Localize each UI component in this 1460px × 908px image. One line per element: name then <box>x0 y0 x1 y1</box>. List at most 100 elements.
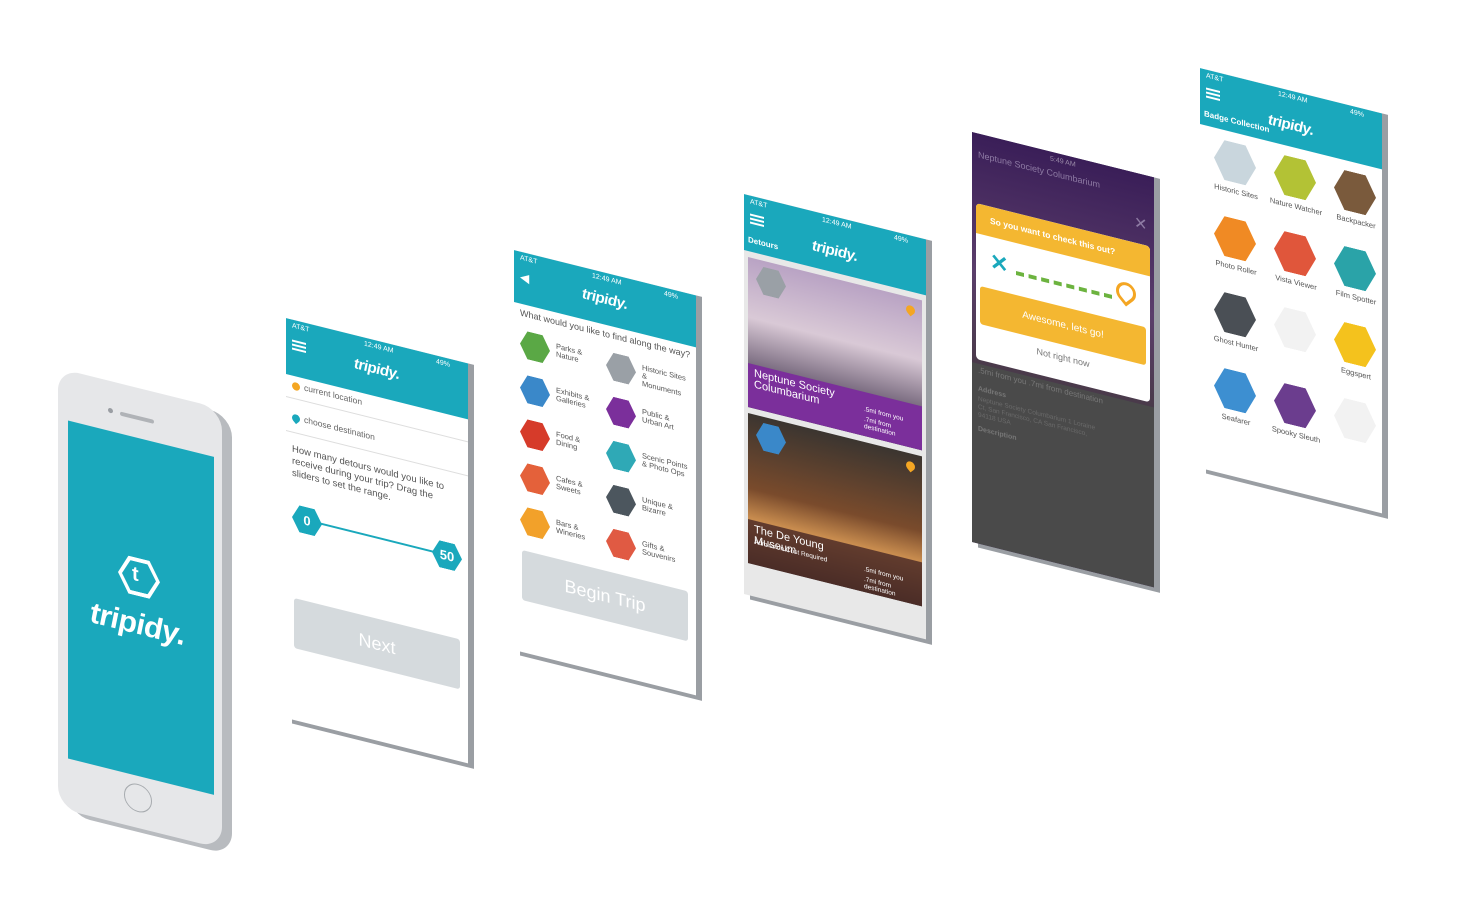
dashed-route-icon <box>1016 270 1112 299</box>
screen-route-setup: AT&T 12:49 AM 49% tripidy. current locat… <box>286 318 468 764</box>
picture-icon <box>756 421 786 456</box>
fork-knife-icon <box>520 417 550 452</box>
battery-level: 49% <box>894 234 909 245</box>
carrier: AT&T <box>520 254 538 266</box>
carrier: AT&T <box>1206 72 1224 84</box>
phone-speaker <box>120 411 154 424</box>
detour-question: How many detours would you like to recei… <box>292 443 445 504</box>
splash-screen: t tripidy. <box>68 420 214 795</box>
category-label: Food & Dining <box>556 429 581 452</box>
badge-item[interactable]: Backpacker <box>1328 166 1382 250</box>
monument-icon <box>1214 137 1256 187</box>
eye-icon <box>606 483 636 518</box>
badge-item[interactable]: Ghost Hunter <box>1208 288 1264 372</box>
clock: 12:49 AM <box>592 272 622 287</box>
clock: 12:49 AM <box>822 216 852 231</box>
screen-badges: AT&T 12:49 AM 49% Badge Collection tripi… <box>1200 68 1382 514</box>
screen-confirm-popup: 5:49 AM Neptune Society Columbarium ✕ So… <box>972 132 1154 588</box>
bridge-icon <box>1274 228 1316 278</box>
empty-badge-slot[interactable] <box>1328 394 1382 478</box>
camera-icon <box>606 439 636 474</box>
clock: 12:49 AM <box>364 340 394 355</box>
treasure-x-icon: ✕ <box>990 248 1009 279</box>
spray-can-icon <box>606 395 636 430</box>
battery-level: 49% <box>1350 108 1365 119</box>
tree-icon <box>520 329 550 364</box>
slider-track[interactable] <box>310 519 452 558</box>
badge-label: Eggspert <box>1340 365 1372 382</box>
hamburger-menu-icon[interactable] <box>750 213 764 227</box>
category-label: Gifts & Souvenirs <box>642 538 676 565</box>
screen-detours: AT&T 12:49 AM 49% Detours tripidy. Neptu… <box>744 194 926 640</box>
app-logo: tripidy. <box>1268 110 1314 140</box>
next-button-label: Next <box>358 629 396 659</box>
close-icon[interactable]: ✕ <box>1134 212 1147 235</box>
hamburger-menu-icon[interactable] <box>1206 87 1220 101</box>
phone-camera <box>108 407 113 414</box>
slider-max-handle[interactable]: 50 <box>432 538 462 572</box>
battery-level: 49% <box>664 290 679 301</box>
picture-icon <box>520 373 550 408</box>
column-building-icon <box>606 351 636 386</box>
slider-max-value: 50 <box>439 546 455 565</box>
cup-icon <box>520 461 550 496</box>
ghost-icon <box>1214 289 1256 339</box>
badge-item[interactable]: Historic Sites <box>1208 136 1264 220</box>
binoculars-icon <box>1274 152 1316 202</box>
category-label: Historic Sites & Monuments <box>642 362 686 398</box>
map-pin-icon <box>904 303 917 317</box>
app-logo: tripidy. <box>354 354 400 384</box>
category-label: Public & Urban Art <box>642 406 674 432</box>
phone-device: t tripidy. <box>58 368 238 849</box>
clock: 12:49 AM <box>1278 90 1308 105</box>
destination-pin-icon <box>290 412 302 425</box>
category-label: Parks & Nature <box>556 341 583 365</box>
hamburger-menu-icon[interactable] <box>292 339 306 353</box>
egg-icon <box>1334 319 1376 369</box>
battery-level: 49% <box>436 358 451 369</box>
screen-categories: AT&T 12:49 AM 49% ◀ tripidy. What would … <box>514 250 696 696</box>
movie-camera-icon <box>1334 243 1376 293</box>
home-button[interactable] <box>124 780 152 816</box>
badge-item[interactable]: Spooky Sleuth <box>1268 379 1324 463</box>
map-pin-icon <box>904 459 917 473</box>
splash-logo-text: tripidy. <box>90 595 185 653</box>
empty-badge-icon <box>1334 395 1376 445</box>
category-label: Scenic Points & Photo Ops <box>642 450 688 479</box>
carrier: AT&T <box>750 198 768 210</box>
badge-item[interactable]: Nature Watcher <box>1268 151 1324 235</box>
start-pin-icon <box>292 381 300 392</box>
skull-icon <box>1274 380 1316 430</box>
carrier: AT&T <box>292 322 310 334</box>
category-label: Cafes & Sweets <box>556 473 583 497</box>
category-label: Exhibits & Galleries <box>556 385 590 410</box>
badge-item[interactable]: Eggspert <box>1328 318 1382 402</box>
backpack-icon <box>1334 167 1376 217</box>
badge-item[interactable]: Photo Roller <box>1208 212 1264 296</box>
empty-badge-slot[interactable] <box>1268 303 1324 387</box>
destination-pin-icon <box>1111 278 1141 307</box>
category-label: Bars & Wineries <box>556 517 586 542</box>
empty-badge-icon <box>1274 304 1316 354</box>
category-label: Unique & Bizarre <box>642 494 673 518</box>
gift-icon <box>606 527 636 562</box>
badge-label: Backpacker <box>1336 212 1376 231</box>
page-title: Detours <box>748 234 779 252</box>
back-arrow-icon[interactable]: ◀ <box>520 269 529 285</box>
badge-item[interactable]: Seafarer <box>1208 364 1264 448</box>
page-title: Badge Collection <box>1204 108 1270 135</box>
tripidy-logo-icon: t <box>118 553 160 601</box>
wine-icon <box>520 505 550 540</box>
app-logo: tripidy. <box>812 236 858 266</box>
badge-item[interactable]: Film Spotter <box>1328 242 1382 326</box>
next-button[interactable]: Next <box>294 597 460 690</box>
badge-label: Film Spotter <box>1335 287 1377 307</box>
column-building-icon <box>756 265 786 300</box>
header: AT&T 12:49 AM 49% tripidy. <box>286 318 468 420</box>
slider-min-value: 0 <box>303 512 311 530</box>
phone-body: t tripidy. <box>58 368 222 849</box>
film-roll-icon <box>1214 213 1256 263</box>
ship-icon <box>1214 365 1256 415</box>
slider-min-handle[interactable]: 0 <box>292 503 322 537</box>
badge-item[interactable]: Vista Viewer <box>1268 227 1324 311</box>
